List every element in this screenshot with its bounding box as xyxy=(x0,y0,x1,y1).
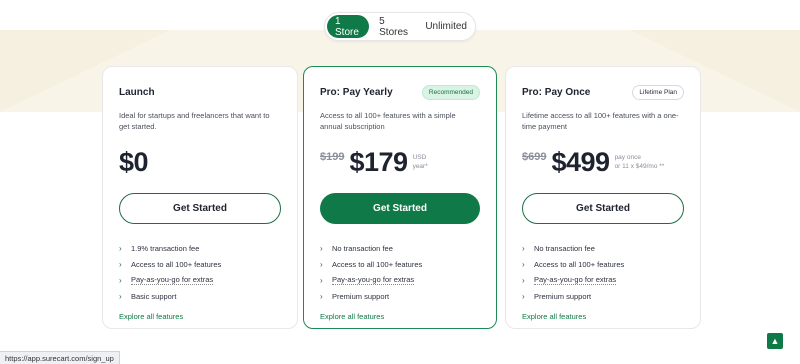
scroll-to-top-button[interactable]: ▲ xyxy=(767,333,783,349)
arrow-up-icon: ▲ xyxy=(770,336,780,346)
chevron-right-icon: › xyxy=(119,291,122,301)
chevron-right-icon: › xyxy=(320,259,323,269)
plan-name: Launch xyxy=(119,86,155,98)
plan-description: Access to all 100+ features with a simpl… xyxy=(320,111,456,131)
feature-label: Premium support xyxy=(534,291,592,301)
feature-item: › No transaction fee xyxy=(522,240,684,256)
feature-label: No transaction fee xyxy=(332,243,393,253)
get-started-button[interactable]: Get Started xyxy=(320,193,480,224)
feature-item: › Pay-as-you-go for extras xyxy=(522,272,684,288)
plan-price: $499 xyxy=(551,146,610,177)
toggle-1-store[interactable]: 1 Store xyxy=(327,15,370,38)
feature-list: › 1.9% transaction fee › Access to all 100… xyxy=(119,240,281,304)
feature-label: Premium support xyxy=(332,291,390,301)
feature-item: › Access to all 100+ features xyxy=(119,256,281,272)
feature-item: › 1.9% transaction fee xyxy=(119,240,281,256)
feature-label: 1.9% transaction fee xyxy=(131,243,200,253)
plan-price: $179 xyxy=(349,146,408,177)
old-price: $699 xyxy=(522,151,547,163)
chevron-right-icon: › xyxy=(320,291,323,301)
feature-label[interactable]: Pay-as-you-go for extras xyxy=(131,275,214,285)
feature-label[interactable]: Pay-as-you-go for extras xyxy=(332,275,415,285)
chevron-right-icon: › xyxy=(522,259,525,269)
price-period: USD year* xyxy=(413,153,428,171)
price-term: year* xyxy=(412,163,428,170)
plan-description: Lifetime access to all 100+ features wit… xyxy=(522,111,679,131)
feature-item: › Basic support xyxy=(119,288,281,304)
feature-label: Access to all 100+ features xyxy=(534,259,625,269)
feature-item: › Access to all 100+ features xyxy=(320,256,480,272)
old-price: $199 xyxy=(320,151,345,163)
chevron-right-icon: › xyxy=(522,291,525,301)
feature-item: › Access to all 100+ features xyxy=(522,256,684,272)
plan-card-launch: Launch Ideal for startups and freelancer… xyxy=(102,66,298,329)
feature-label: Access to all 100+ features xyxy=(332,259,423,269)
explore-features-link[interactable]: Explore all features xyxy=(522,312,684,321)
explore-features-link[interactable]: Explore all features xyxy=(320,312,480,321)
feature-item: › Premium support xyxy=(320,288,480,304)
feature-item: › Premium support xyxy=(522,288,684,304)
plan-price: $0 xyxy=(119,146,149,177)
price-period: pay once or 11 x $49/mo ** xyxy=(615,153,665,171)
feature-label[interactable]: Pay-as-you-go for extras xyxy=(534,275,617,285)
feature-label: Basic support xyxy=(131,291,177,301)
feature-list: › No transaction fee › Access to all 100+ … xyxy=(320,240,480,304)
plan-name: Pro: Pay Yearly xyxy=(320,86,393,98)
plan-card-pro-once: Pro: Pay Once Lifetime Plan Lifetime acc… xyxy=(505,66,701,329)
price-currency: USD xyxy=(412,154,427,161)
status-bar-url: https://app.surecart.com/sign_up xyxy=(0,351,120,364)
chevron-right-icon: › xyxy=(522,275,525,285)
feature-label: No transaction fee xyxy=(534,243,595,253)
plan-card-pro-yearly: Pro: Pay Yearly Recommended Access to al… xyxy=(303,66,497,329)
feature-item: › Pay-as-you-go for extras xyxy=(320,272,480,288)
chevron-right-icon: › xyxy=(119,243,122,253)
explore-features-link[interactable]: Explore all features xyxy=(119,312,281,321)
toggle-5-stores[interactable]: 5 Stores xyxy=(373,15,415,38)
lifetime-badge: Lifetime Plan xyxy=(632,84,684,100)
chevron-right-icon: › xyxy=(320,275,323,285)
feature-list: › No transaction fee › Access to all 100+ … xyxy=(522,240,684,304)
chevron-right-icon: › xyxy=(119,259,122,269)
price-installments: or 11 x $49/mo ** xyxy=(614,163,665,170)
price-row: $199 $179 USD year* xyxy=(320,145,480,179)
recommended-badge: Recommended xyxy=(421,84,480,100)
price-payment-type: pay once xyxy=(614,154,641,161)
plan-name: Pro: Pay Once xyxy=(522,86,591,98)
plan-description: Ideal for startups and freelancers that … xyxy=(119,111,270,131)
feature-item: › Pay-as-you-go for extras xyxy=(119,272,281,288)
store-count-toggle: 1 Store 5 Stores Unlimited xyxy=(324,12,476,41)
feature-item: › No transaction fee xyxy=(320,240,480,256)
get-started-button[interactable]: Get Started xyxy=(522,193,684,224)
chevron-right-icon: › xyxy=(119,275,122,285)
chevron-right-icon: › xyxy=(320,243,323,253)
chevron-right-icon: › xyxy=(522,243,525,253)
get-started-button[interactable]: Get Started xyxy=(119,193,281,224)
toggle-unlimited[interactable]: Unlimited xyxy=(419,15,473,38)
feature-label: Access to all 100+ features xyxy=(131,259,222,269)
price-row: $0 xyxy=(119,145,281,179)
price-row: $699 $499 pay once or 11 x $49/mo ** xyxy=(522,145,684,179)
